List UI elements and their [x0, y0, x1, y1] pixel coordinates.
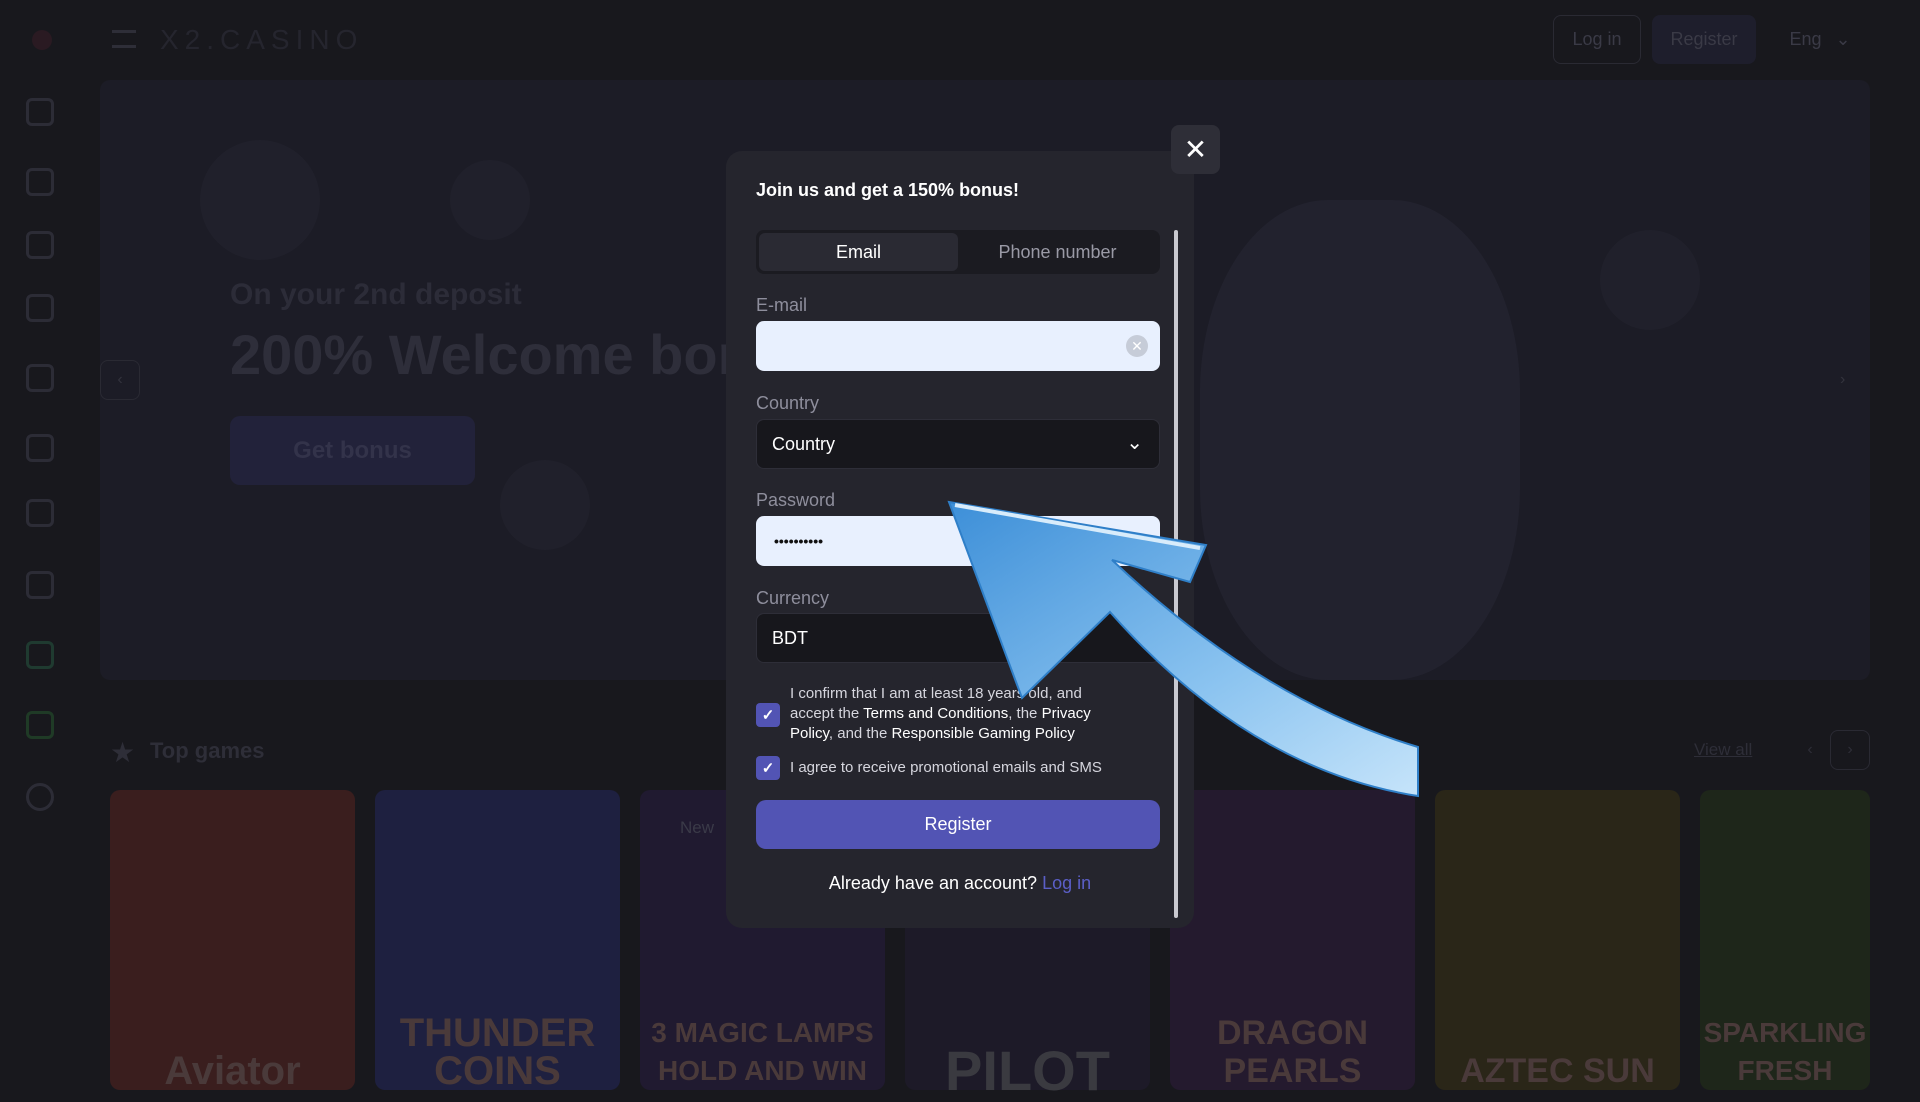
pointer-arrow-icon: [947, 500, 1419, 798]
